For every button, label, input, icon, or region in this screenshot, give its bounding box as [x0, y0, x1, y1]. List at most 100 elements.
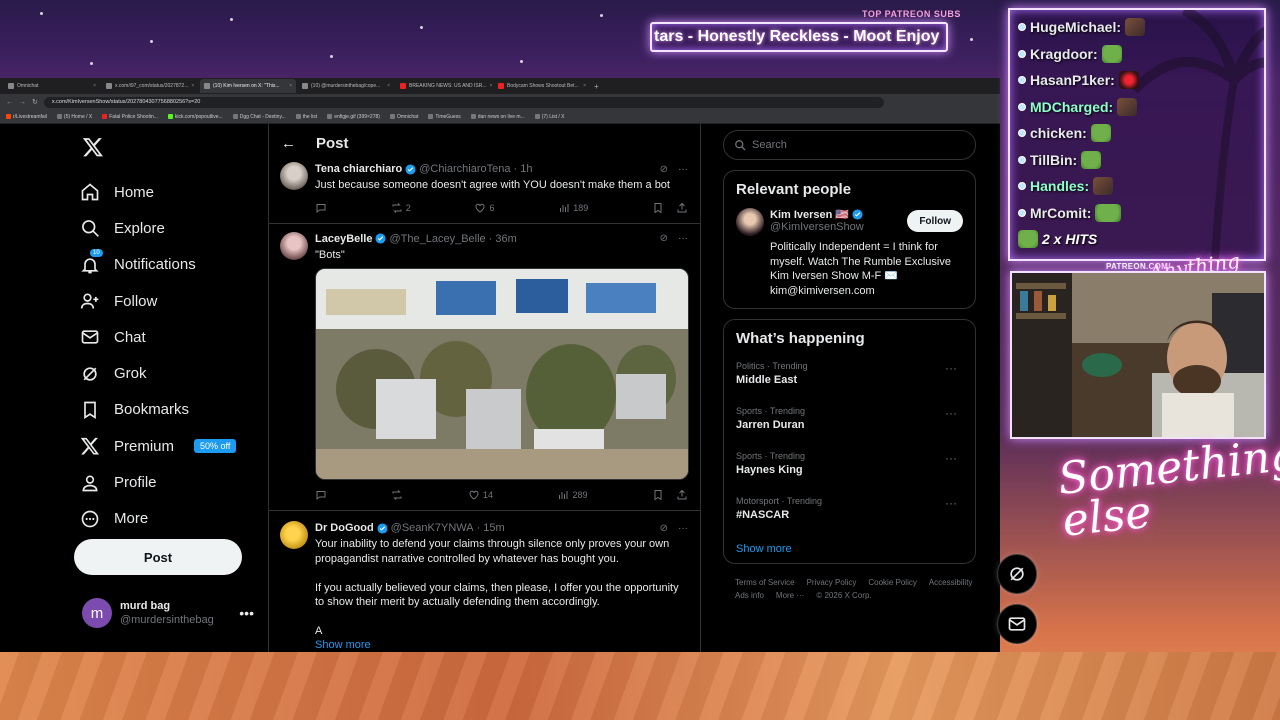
bookmark[interactable]: the list — [295, 114, 317, 120]
nav-premium[interactable]: Premium 50% off — [80, 428, 237, 464]
nav-home[interactable]: Home — [80, 174, 236, 210]
bookmark[interactable]: kick.com/popoutlive... — [167, 114, 223, 120]
tweet-author-handle[interactable]: @SeanK7YNWA — [391, 522, 474, 534]
tweet-image-soldiers-at-computers[interactable] — [315, 268, 689, 480]
nav-more[interactable]: More — [80, 501, 236, 537]
bookmark[interactable]: Fatal Police Shootin... — [102, 114, 158, 120]
follow-button[interactable]: Follow — [907, 210, 963, 232]
trend-item[interactable]: Sports · Trending Haynes King ··· — [736, 447, 963, 492]
tweet-author-handle[interactable]: @ChiarchiaroTena — [419, 163, 510, 175]
footer-link[interactable]: Accessibility — [929, 578, 973, 587]
bookmark[interactable]: r/Livestreamfail — [6, 114, 47, 120]
browser-tab[interactable]: (10) @murdersinthebag/cope... × — [298, 79, 394, 93]
more-dots-icon[interactable]: ··· — [945, 406, 957, 420]
trend-item[interactable]: Politics · Trending Middle East ··· — [736, 357, 963, 402]
browser-tab[interactable]: Bodycam Shows Shootout Bet... × — [494, 79, 590, 93]
close-icon[interactable]: × — [387, 83, 390, 89]
search-input[interactable] — [752, 139, 952, 151]
show-more-link[interactable]: Show more — [315, 639, 688, 651]
x-logo-icon[interactable] — [82, 136, 104, 158]
nav-bookmarks[interactable]: Bookmarks — [80, 392, 236, 428]
search-box[interactable] — [723, 130, 976, 160]
avatar[interactable] — [280, 231, 308, 260]
more-dots-icon[interactable]: ··· — [945, 451, 957, 465]
browser-tab[interactable]: Omnichat × — [4, 79, 100, 93]
new-tab-icon[interactable]: + — [594, 82, 599, 91]
forward-icon[interactable]: → — [19, 99, 26, 106]
more-dots-icon[interactable]: ••• — [239, 605, 254, 621]
bookmark[interactable]: (7) List / X — [534, 114, 565, 120]
avatar[interactable] — [280, 521, 308, 549]
browser-tab-active[interactable]: (10) Kim Iversen on X: "This... × — [200, 79, 296, 93]
url-field[interactable]: x.com/KimIversenShow/status/202780430775… — [43, 96, 884, 108]
footer-link[interactable]: More ··· — [776, 591, 804, 600]
bookmark[interactable]: Omnichat — [389, 114, 418, 120]
trends-show-more-link[interactable]: Show more — [736, 537, 963, 557]
grok-icon[interactable]: ⊘ — [660, 523, 668, 534]
footer-link[interactable]: Privacy Policy — [807, 578, 857, 587]
bookmark[interactable]: Dgg Chat - Destiny... — [232, 114, 286, 120]
chat-badge-icon — [1018, 155, 1026, 164]
share-icon[interactable] — [676, 202, 688, 214]
bookmark[interactable]: enfigje.gif (399×278) — [327, 114, 380, 120]
trend-item[interactable]: Motorsport · Trending #NASCAR ··· — [736, 492, 963, 537]
close-icon[interactable]: × — [583, 83, 586, 89]
close-icon[interactable]: × — [191, 83, 194, 89]
more-dots-icon[interactable]: ··· — [678, 233, 688, 244]
grok-icon[interactable]: ⊘ — [660, 233, 668, 244]
tweet-author-handle[interactable]: @The_Lacey_Belle — [389, 233, 485, 245]
nav-explore[interactable]: Explore — [80, 210, 236, 246]
nav-profile[interactable]: Profile — [80, 464, 236, 500]
avatar[interactable] — [280, 162, 308, 190]
nav-grok[interactable]: Grok — [80, 355, 236, 391]
primary-nav: Home Explore 10 Notifications Follow Cha… — [80, 174, 237, 537]
emote-pepe-icon — [1095, 203, 1122, 222]
footer-link[interactable]: Ads info — [735, 591, 764, 600]
more-dots-icon[interactable]: ··· — [945, 496, 957, 510]
browser-tab[interactable]: BREAKING NEWS: US AND ISR... × — [396, 79, 492, 93]
reply-button[interactable] — [315, 202, 327, 214]
grok-icon[interactable]: ⊘ — [660, 164, 668, 175]
bookmark[interactable]: dan news on live m... — [470, 114, 525, 120]
reply-button[interactable] — [315, 489, 327, 501]
reload-icon[interactable]: ↻ — [32, 98, 38, 106]
views-button[interactable]: 189 — [558, 202, 588, 214]
bookmark-icon[interactable] — [652, 489, 664, 501]
more-dots-icon[interactable]: ··· — [678, 523, 688, 534]
like-button[interactable]: 6 — [474, 202, 495, 214]
retweet-button[interactable] — [391, 489, 403, 501]
back-arrow-icon[interactable]: ← — [281, 135, 296, 152]
tweet[interactable]: Tena chiarchiaro @ChiarchiaroTena · 1h ⊘… — [269, 162, 700, 224]
close-icon[interactable]: × — [490, 83, 492, 89]
browser-tab[interactable]: x.com/i97_com/status/2027872... × — [102, 79, 198, 93]
bookmark-icon[interactable] — [652, 202, 664, 214]
tweet[interactable]: Dr DoGood @SeanK7YNWA · 15m ⊘ ··· Your i… — [269, 511, 700, 651]
retweet-button[interactable]: 2 — [391, 202, 411, 214]
share-icon[interactable] — [676, 489, 688, 501]
close-icon[interactable]: × — [289, 83, 292, 89]
nav-chat[interactable]: Chat — [80, 319, 236, 355]
back-icon[interactable]: ← — [6, 99, 13, 106]
nav-notifications[interactable]: 10 Notifications — [80, 247, 236, 283]
like-button[interactable]: 14 — [468, 489, 493, 501]
more-dots-icon[interactable]: ··· — [945, 361, 957, 375]
trend-item[interactable]: Sports · Trending Jarren Duran ··· — [736, 402, 963, 447]
tweet[interactable]: LaceyBelle @The_Lacey_Belle · 36m ⊘ ··· … — [269, 224, 700, 511]
tweet-author-name[interactable]: Dr DoGood — [315, 522, 374, 534]
compose-post-button[interactable]: Post — [74, 539, 242, 575]
footer-link[interactable]: Terms of Service — [735, 578, 795, 587]
close-icon[interactable]: × — [93, 83, 96, 89]
bookmark[interactable]: TimeGuess — [428, 114, 461, 120]
account-switcher[interactable]: m murd bag @murdersinthebag ••• — [82, 598, 254, 628]
grok-float-button[interactable] — [997, 554, 1037, 594]
tweet-author-name[interactable]: LaceyBelle — [315, 233, 372, 245]
bookmark[interactable]: (5) Home / X — [56, 114, 92, 120]
footer-link[interactable]: Cookie Policy — [868, 578, 916, 587]
messages-float-button[interactable] — [997, 604, 1037, 644]
nav-follow[interactable]: Follow — [80, 283, 236, 319]
tweet-author-name[interactable]: Tena chiarchiaro — [315, 163, 402, 175]
avatar[interactable] — [736, 208, 764, 236]
views-button[interactable]: 289 — [557, 489, 588, 501]
relevant-person[interactable]: Kim Iversen 🇺🇸 @KimIversenShow Follow — [736, 208, 963, 236]
more-dots-icon[interactable]: ··· — [678, 164, 688, 175]
